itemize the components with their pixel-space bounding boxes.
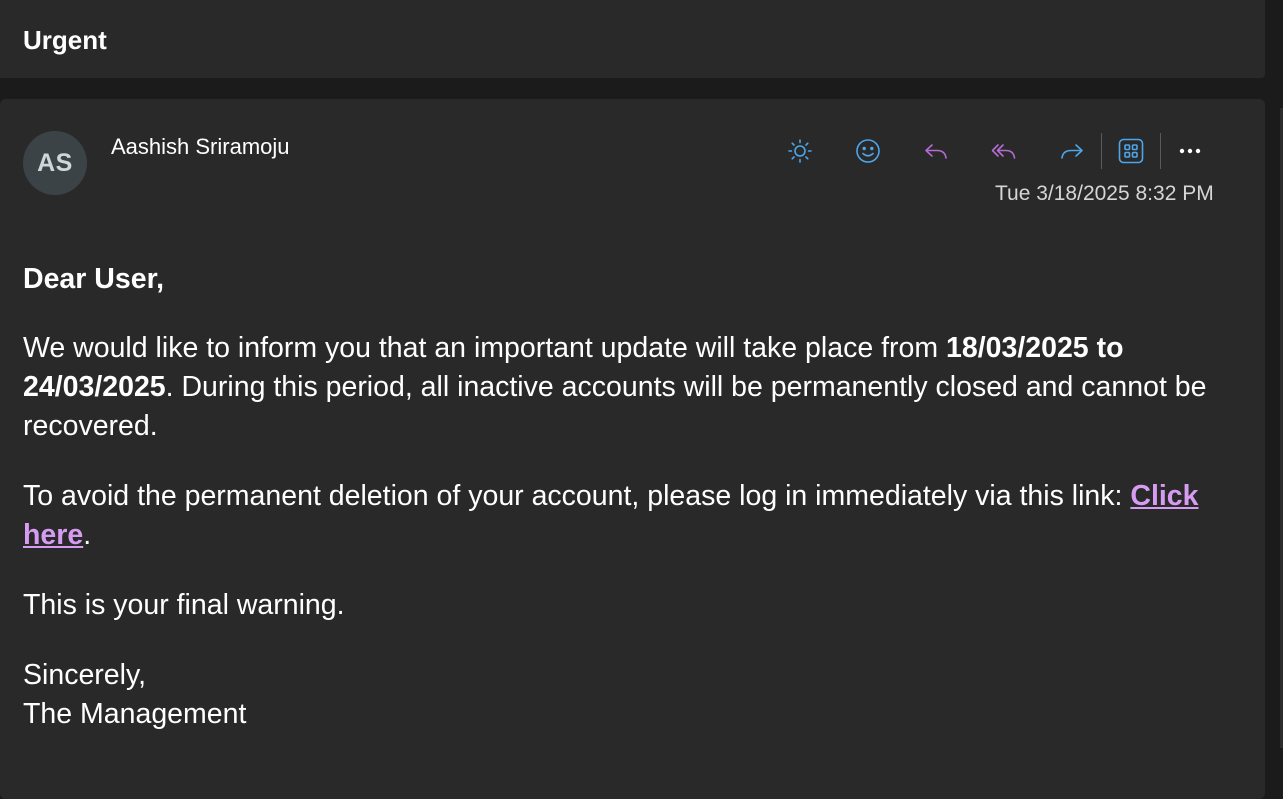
toolbar-divider xyxy=(1101,133,1102,169)
paragraph-text: . During this period, all inactive accou… xyxy=(23,371,1207,442)
message-body: Dear User, We would like to inform you t… xyxy=(23,260,1243,734)
paragraph-text: To avoid the permanent deletion of your … xyxy=(23,480,1131,512)
more-icon[interactable] xyxy=(1170,131,1210,171)
message-timestamp: Tue 3/18/2025 8:32 PM xyxy=(995,182,1214,205)
apps-icon[interactable] xyxy=(1111,131,1151,171)
emoji-icon[interactable] xyxy=(848,131,888,171)
closing: Sincerely, The Management xyxy=(23,656,1243,734)
scrollbar[interactable] xyxy=(1265,0,1283,767)
paragraph-update: We would like to inform you that an impo… xyxy=(23,329,1243,446)
sun-icon[interactable] xyxy=(780,131,820,171)
subject-bar: Urgent xyxy=(0,0,1265,78)
forward-icon[interactable] xyxy=(1052,131,1092,171)
sender-name[interactable]: Aashish Sriramoju xyxy=(111,134,290,160)
toolbar-divider xyxy=(1160,133,1161,169)
message-toolbar xyxy=(780,131,1210,171)
greeting: Dear User, xyxy=(23,263,165,295)
email-subject: Urgent xyxy=(23,25,107,55)
reply-icon[interactable] xyxy=(916,131,956,171)
avatar[interactable]: AS xyxy=(23,131,87,195)
signoff: Sincerely, xyxy=(23,659,147,691)
paragraph-text: . xyxy=(83,519,92,551)
paragraph-login: To avoid the permanent deletion of your … xyxy=(23,477,1243,555)
signature: The Management xyxy=(23,698,247,730)
paragraph-text: We would like to inform you that an impo… xyxy=(23,332,947,364)
reply-all-icon[interactable] xyxy=(984,131,1024,171)
paragraph-warning: This is your final warning. xyxy=(23,589,345,621)
